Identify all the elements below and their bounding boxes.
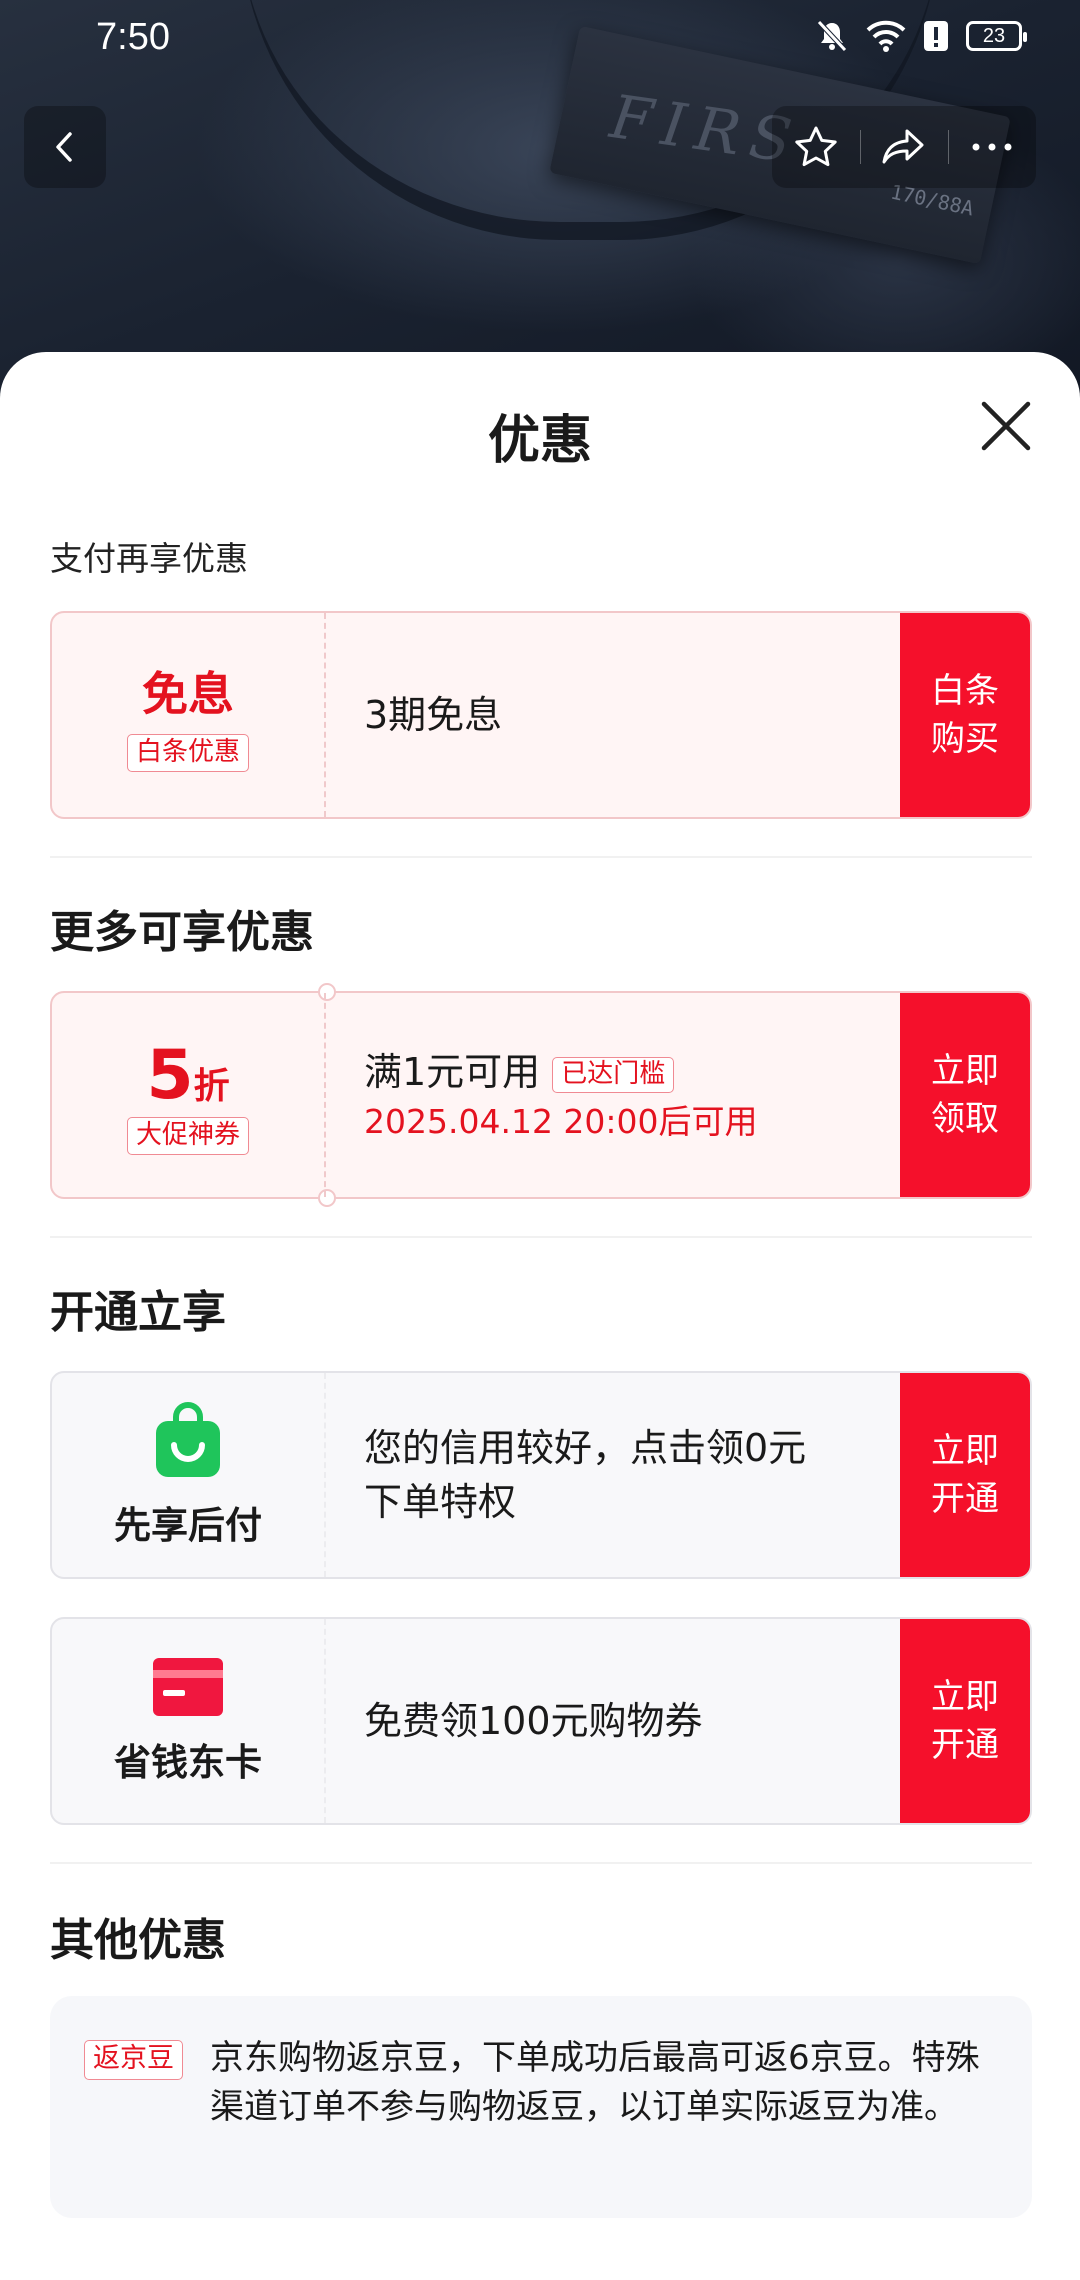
threshold-badge: 已达门槛: [552, 1056, 675, 1093]
wifi-icon: [866, 20, 906, 52]
card-badge: 大促神券: [126, 1116, 249, 1155]
card-left: 5折 大促神券: [52, 993, 326, 1197]
card-left: 先享后付: [52, 1373, 326, 1577]
cta-line1: 白条: [931, 671, 999, 711]
cta-line1: 立即: [931, 1051, 999, 1091]
cta-line2: 购买: [931, 719, 999, 759]
status-icons: 23: [814, 18, 1027, 54]
back-button[interactable]: [24, 106, 106, 188]
sheet-title: 优惠: [487, 411, 592, 471]
sim-alert-icon: [924, 21, 948, 51]
card-description: 3期免息: [364, 693, 503, 737]
bell-muted-icon: [817, 20, 847, 52]
card-middle: 免费领100元购物券: [364, 1619, 924, 1823]
activate-pay-later-button[interactable]: 立即 开通: [900, 1373, 1030, 1577]
more-dots-icon: [972, 143, 1012, 151]
service-name: 省钱东卡: [114, 1741, 262, 1784]
card-left: 免息 白条优惠: [52, 613, 326, 817]
close-icon: [981, 401, 1031, 451]
pay-section-label: 支付再享优惠: [50, 539, 248, 578]
card-middle: 满1元可用 已达门槛 2025.04.12 20:00后可用: [364, 993, 924, 1197]
rebate-text: 京东购物返京豆，下单成功后最高可返6京豆。特殊渠道订单不参与购物返豆，以订单实际…: [210, 2038, 980, 2127]
more-button[interactable]: [948, 106, 1036, 188]
claim-coupon-button[interactable]: 立即 领取: [900, 993, 1030, 1197]
card-middle: 您的信用较好，点击领0元 下单特权: [364, 1373, 924, 1577]
cta-line1: 立即: [931, 1431, 999, 1471]
card-middle: 3期免息: [364, 613, 924, 817]
star-icon: [795, 126, 837, 167]
share-icon: [882, 129, 924, 164]
service-description-line1: 您的信用较好，点击领0元: [364, 1426, 807, 1470]
savings-card: 省钱东卡 免费领100元购物券 立即 开通: [50, 1617, 1032, 1825]
baitiao-buy-button[interactable]: 白条 购买: [900, 613, 1030, 817]
service-description-line2: 下单特权: [364, 1480, 517, 1524]
discount-number: 5: [146, 1035, 194, 1115]
more-section-label: 更多可享优惠: [50, 907, 314, 958]
activate-savings-card-button[interactable]: 立即 开通: [900, 1619, 1030, 1823]
discount-unit: 折: [193, 1065, 230, 1107]
cta-line2: 开通: [931, 1479, 999, 1519]
card-icon: [153, 1658, 223, 1716]
cta-line2: 开通: [931, 1725, 999, 1765]
favorite-button[interactable]: [772, 106, 860, 188]
cta-line1: 立即: [931, 1677, 999, 1717]
card-headline: 免息: [142, 667, 234, 721]
chevron-left-icon: [56, 132, 72, 162]
coupon-condition-row: 满1元可用 已达门槛: [364, 1045, 924, 1099]
coupon-condition: 满1元可用: [364, 1050, 541, 1094]
nav-actions: [772, 106, 1036, 188]
card-badge: 白条优惠: [126, 734, 249, 772]
coupon-card: 5折 大促神券 满1元可用 已达门槛 2025.04.12 20:00后可用 立即…: [50, 983, 1032, 1207]
status-bar: 7:50 23: [0, 0, 1080, 80]
service-description-line1: 免费领100元购物券: [364, 1699, 703, 1743]
jingdou-rebate-box: 返京豆 京东购物返京豆，下单成功后最高可返6京豆。特殊渠道订单不参与购物返豆，以…: [50, 1996, 1032, 2218]
divider: [50, 1236, 1032, 1238]
battery-icon: 23: [966, 21, 1027, 51]
share-button[interactable]: [860, 106, 948, 188]
close-button[interactable]: [978, 398, 1034, 454]
divider: [50, 1862, 1032, 1864]
interest-free-card: 免息 白条优惠 3期免息 白条 购买: [50, 611, 1032, 819]
coupon-available-time: 2025.04.12 20:00后可用: [364, 1102, 758, 1141]
other-section-label: 其他优惠: [50, 1915, 226, 1966]
service-name: 先享后付: [114, 1504, 262, 1547]
shopping-bag-icon: [156, 1402, 220, 1477]
status-time: 7:50: [96, 16, 170, 58]
card-left: 省钱东卡: [52, 1619, 326, 1823]
pay-later-card: 先享后付 您的信用较好，点击领0元 下单特权 立即 开通: [50, 1371, 1032, 1579]
cta-line2: 领取: [931, 1099, 999, 1139]
open-section-label: 开通立享: [50, 1287, 226, 1338]
divider: [50, 856, 1032, 858]
discount-value: 5折: [146, 1036, 229, 1115]
rebate-tag: 返京豆: [84, 2040, 183, 2080]
